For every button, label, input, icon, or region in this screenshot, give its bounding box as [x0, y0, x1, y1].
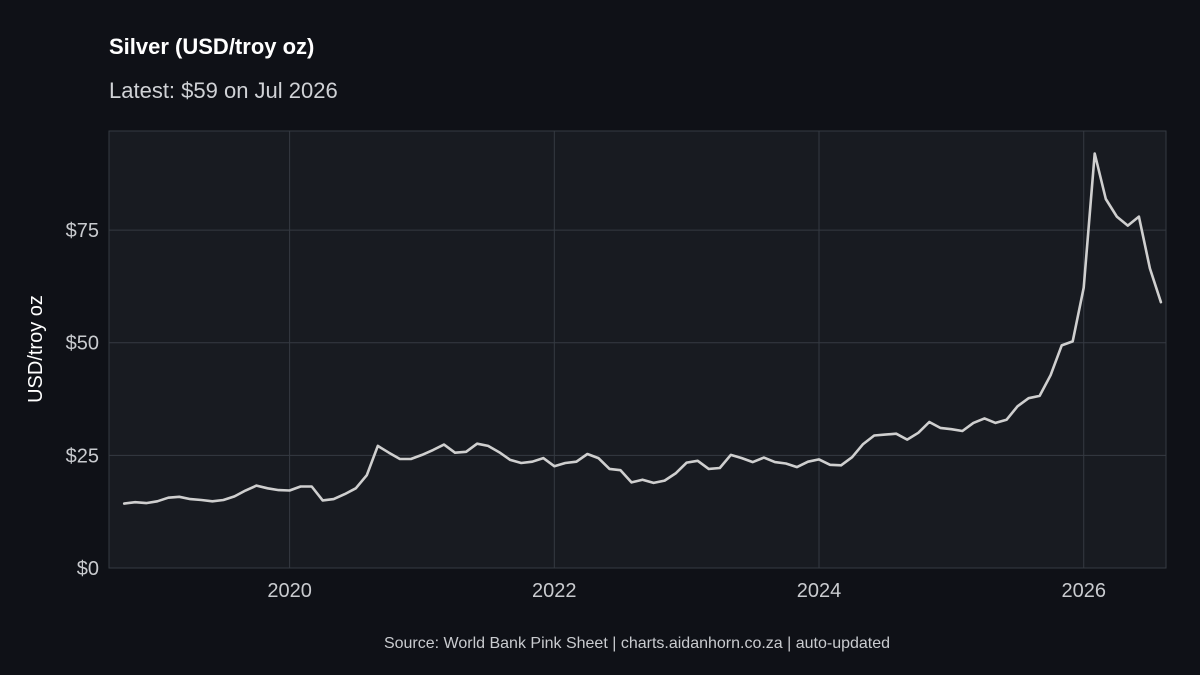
y-tick-label: $50 [66, 333, 99, 355]
y-tick-label: $75 [66, 220, 99, 242]
x-tick-label: 2024 [797, 580, 842, 602]
chart-title: Silver (USD/troy oz) [109, 34, 314, 59]
y-tick-label: $0 [77, 558, 99, 580]
silver-price-chart: Silver (USD/troy oz) Latest: $59 on Jul … [25, 34, 1167, 652]
plot-panel-background [108, 130, 1167, 569]
chart-subtitle: Latest: $59 on Jul 2026 [109, 78, 338, 103]
plot-panel [108, 130, 1167, 569]
y-tick-label: $25 [66, 445, 99, 467]
chart-caption: Source: World Bank Pink Sheet | charts.a… [384, 635, 890, 652]
y-axis-label: USD/troy oz [25, 295, 47, 403]
x-tick-label: 2026 [1061, 580, 1106, 602]
x-tick-label: 2022 [532, 580, 577, 602]
x-tick-label: 2020 [267, 580, 312, 602]
